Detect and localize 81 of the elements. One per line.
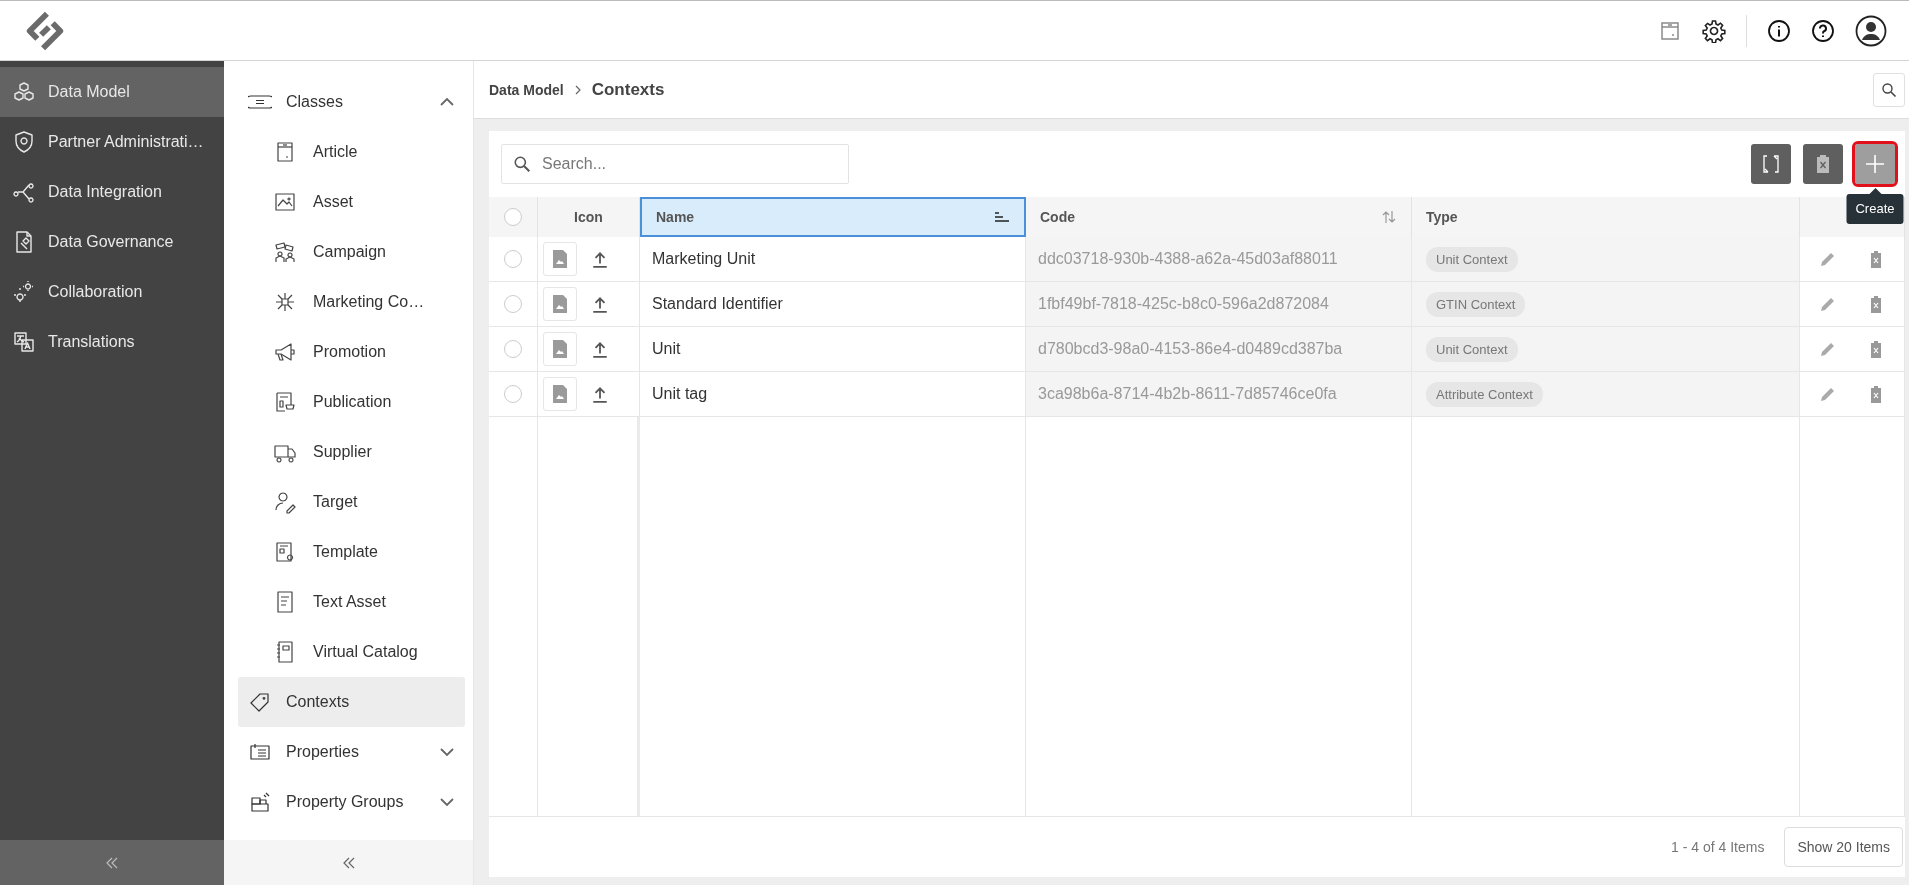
table-cell: d780bcd3-98a0-4153-86e4-d0489cd387ba: [1026, 327, 1412, 372]
sort-arrows-icon: [1381, 210, 1397, 224]
image-icon: [273, 190, 297, 214]
checkbox[interactable]: [504, 208, 522, 226]
sidebar-section[interactable]: Property Groups: [238, 777, 465, 827]
type-tag: GTIN Context: [1426, 291, 1526, 317]
sidebar-item[interactable]: Supplier: [238, 427, 465, 477]
help-icon[interactable]: [1811, 18, 1835, 43]
page-title: Contexts: [591, 79, 666, 100]
sidebar-item[interactable]: Promotion: [238, 327, 465, 377]
upload-icon[interactable]: [591, 250, 609, 268]
pagination-info: 1 - 4 of 4 Items: [1671, 839, 1765, 855]
table-cell: 1fbf49bf-7818-425c-b8c0-596a2d872084: [1026, 282, 1412, 327]
table-cell: ddc03718-930b-4388-a62a-45d03af88011: [1026, 237, 1412, 282]
image-file-icon: [552, 339, 568, 359]
nav-item[interactable]: Translations: [0, 317, 224, 367]
tooltip: Create: [1846, 188, 1904, 224]
image-file-icon: [552, 294, 568, 314]
nav-item[interactable]: Data Governance: [0, 217, 224, 267]
image-file-icon: [552, 384, 568, 404]
search-icon: [513, 155, 531, 173]
sidebar-section[interactable]: Properties: [238, 727, 465, 777]
people-icon: [273, 240, 297, 264]
breadcrumb-link[interactable]: Data Model: [489, 81, 564, 98]
user-icon: [273, 490, 297, 514]
network-icon: [273, 290, 297, 314]
delete-button[interactable]: [1803, 144, 1843, 184]
search-button[interactable]: [1873, 72, 1905, 107]
table-cell: Standard Identifier: [640, 282, 1026, 327]
sidebar-item[interactable]: Article: [238, 127, 465, 177]
layout-icon: [273, 390, 297, 414]
table-cell: Unit tag: [640, 372, 1026, 417]
column-header[interactable]: Code: [1026, 197, 1412, 237]
checkbox[interactable]: [504, 250, 522, 268]
nav-item[interactable]: Partner Administrati…: [0, 117, 224, 167]
sidebar-item[interactable]: Target: [238, 477, 465, 527]
sync-button[interactable]: [1751, 144, 1791, 184]
type-tag: Unit Context: [1426, 246, 1518, 272]
nav-item[interactable]: Data Integration: [0, 167, 224, 217]
sidebar-item[interactable]: Virtual Catalog: [238, 627, 465, 677]
blocks-icon: [248, 790, 272, 814]
checkbox[interactable]: [504, 385, 522, 403]
checkbox[interactable]: [504, 340, 522, 358]
upload-icon[interactable]: [591, 385, 609, 403]
translate-icon: [12, 330, 36, 354]
sidebar-item[interactable]: Template: [238, 527, 465, 577]
cubes-icon: [12, 80, 36, 104]
type-tag: Unit Context: [1426, 336, 1518, 362]
info-icon[interactable]: [1767, 18, 1791, 43]
image-file-icon: [552, 249, 568, 269]
page-size-button[interactable]: Show 20 Items: [1784, 827, 1903, 867]
column-header[interactable]: Name: [640, 197, 1026, 237]
avatar-icon[interactable]: [1855, 14, 1887, 47]
settings-icon[interactable]: [1702, 18, 1726, 43]
type-tag: Attribute Context: [1426, 381, 1543, 407]
shield-icon: [12, 130, 36, 154]
checkbox[interactable]: [504, 295, 522, 313]
table-cell: Marketing Unit: [640, 237, 1026, 282]
sidebar-item[interactable]: Campaign: [238, 227, 465, 277]
sidebar-item[interactable]: Asset: [238, 177, 465, 227]
sidebar-item[interactable]: Publication: [238, 377, 465, 427]
tag-icon: [248, 690, 272, 714]
chevron-icon: [573, 84, 582, 95]
table-cell: Unit: [640, 327, 1026, 372]
search-icon: [1881, 81, 1897, 98]
sidebar-item[interactable]: Text Asset: [238, 577, 465, 627]
sidebar-item[interactable]: Marketing Co…: [238, 277, 465, 327]
column-header: Type: [1412, 197, 1800, 237]
upload-icon[interactable]: [591, 295, 609, 313]
nav-item[interactable]: Collaboration: [0, 267, 224, 317]
create-button[interactable]: [1855, 144, 1895, 184]
nodes-icon: [12, 180, 36, 204]
sidebar-section[interactable]: Classes: [238, 77, 465, 127]
upload-icon[interactable]: [591, 340, 609, 358]
column-header: Icon: [538, 197, 640, 237]
search-field[interactable]: Search...: [501, 144, 849, 184]
nav-item[interactable]: Data Model: [0, 67, 224, 117]
table-cell: 3ca98b6a-8714-4b2b-8611-7d85746ce0fa: [1026, 372, 1412, 417]
plus-icon: [1863, 152, 1887, 176]
sidebar-section[interactable]: Contexts: [238, 677, 465, 727]
sort-icon: [994, 210, 1010, 224]
